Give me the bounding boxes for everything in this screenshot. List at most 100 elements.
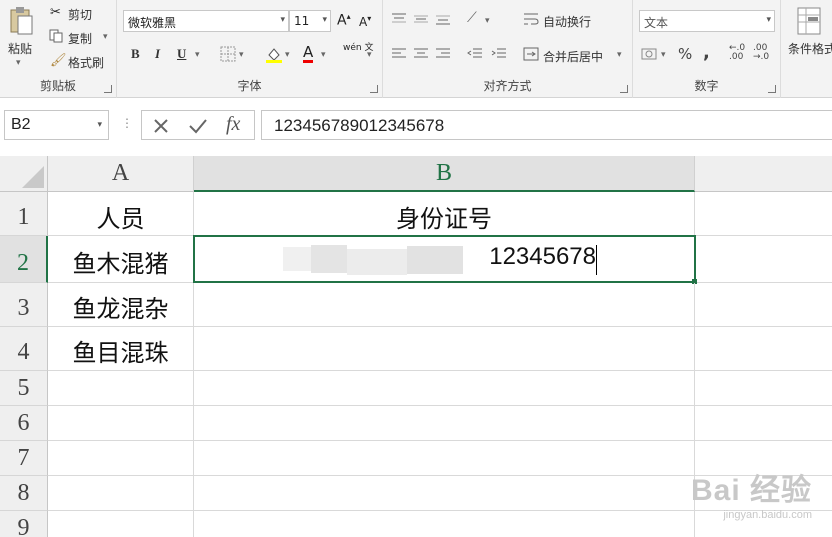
align-center-icon[interactable] <box>413 47 429 64</box>
cell-c5[interactable] <box>695 371 832 406</box>
alignment-group: ⟋ ▾ 自动换行 合并后居中 ▾ 对齐方式 <box>383 0 633 98</box>
align-bottom-icon[interactable] <box>435 12 451 29</box>
phonetic-dropdown-icon[interactable]: ▾ <box>367 50 372 60</box>
number-launcher-icon[interactable] <box>768 85 776 93</box>
merge-dropdown-icon[interactable]: ▾ <box>617 50 622 60</box>
align-middle-icon[interactable] <box>413 12 429 29</box>
cell-b9[interactable] <box>194 511 695 537</box>
conditional-format-icon[interactable] <box>796 6 822 39</box>
row-header-1[interactable]: 1 <box>0 192 48 236</box>
cell-b6[interactable] <box>194 406 695 441</box>
alignment-launcher-icon[interactable] <box>620 85 628 93</box>
align-left-icon[interactable] <box>391 47 407 64</box>
row-header-6[interactable]: 6 <box>0 406 48 441</box>
cell-b2[interactable]: 12345678 <box>193 235 696 283</box>
row-header-4[interactable]: 4 <box>0 327 48 371</box>
cell-c3[interactable] <box>695 283 832 327</box>
underline-button[interactable]: U <box>177 46 186 62</box>
conditional-format-button[interactable]: 条件格式 <box>788 40 832 57</box>
copy-icon[interactable] <box>49 29 63 46</box>
font-color-dropdown-icon[interactable]: ▾ <box>321 50 326 60</box>
paste-icon[interactable] <box>8 6 34 36</box>
name-box-value: B2 <box>11 116 31 133</box>
select-all-button[interactable] <box>0 156 48 192</box>
paste-dropdown-icon[interactable]: ▾ <box>16 58 21 68</box>
cut-button[interactable]: 剪切 <box>68 6 92 23</box>
name-box[interactable]: B2 ▾ <box>4 110 109 140</box>
cell-c1[interactable] <box>695 192 832 236</box>
cell-a3[interactable]: 鱼龙混杂 <box>48 283 194 327</box>
align-right-icon[interactable] <box>435 47 451 64</box>
increase-indent-icon[interactable] <box>491 47 507 64</box>
cancel-icon[interactable] <box>152 117 170 139</box>
column-header-b[interactable]: B <box>194 156 695 192</box>
cell-a8[interactable] <box>48 476 194 511</box>
cell-b1[interactable]: 身份证号 <box>194 192 695 236</box>
orientation-dropdown-icon[interactable]: ▾ <box>485 16 490 26</box>
decrease-indent-icon[interactable] <box>467 47 483 64</box>
merge-center-icon[interactable] <box>523 47 539 64</box>
font-size-select[interactable]: 11 ▾ <box>289 10 331 32</box>
cell-a6[interactable] <box>48 406 194 441</box>
row-header-8[interactable]: 8 <box>0 476 48 511</box>
bold-button[interactable]: B <box>131 46 140 62</box>
formula-input[interactable]: 123456789012345678 <box>261 110 832 140</box>
currency-icon[interactable] <box>641 46 659 65</box>
cell-c4[interactable] <box>695 327 832 371</box>
phonetic-button[interactable]: wén 文 <box>343 43 373 53</box>
percent-button[interactable]: % <box>678 45 692 63</box>
cell-a5[interactable] <box>48 371 194 406</box>
font-launcher-icon[interactable] <box>370 85 378 93</box>
currency-dropdown-icon[interactable]: ▾ <box>661 50 666 60</box>
row-header-2[interactable]: 2 <box>0 236 48 283</box>
copy-dropdown-icon[interactable]: ▾ <box>103 32 108 42</box>
cell-a9[interactable] <box>48 511 194 537</box>
cell-c6[interactable] <box>695 406 832 441</box>
cell-b8[interactable] <box>194 476 695 511</box>
row-header-7[interactable]: 7 <box>0 441 48 476</box>
number-format-select[interactable]: 文本 ▾ <box>639 10 775 32</box>
clipboard-launcher-icon[interactable] <box>104 85 112 93</box>
formula-bar-grip-icon[interactable]: ⋮ <box>121 116 133 130</box>
font-color-button[interactable]: A <box>303 44 314 63</box>
cell-b7[interactable] <box>194 441 695 476</box>
shrink-font-icon[interactable]: A▾ <box>359 14 371 29</box>
column-header-a[interactable]: A <box>48 156 194 192</box>
format-painter-icon[interactable]: 🖌 <box>50 53 67 68</box>
orientation-icon[interactable]: ⟋ <box>467 10 477 26</box>
number-group: 文本 ▾ ▾ % , ←.0.00 .00 →.0 数字 <box>633 0 781 98</box>
cell-c2[interactable] <box>695 236 832 283</box>
merge-center-button[interactable]: 合并后居中 <box>543 48 603 65</box>
increase-decimal-icon[interactable]: ←.0.00 <box>729 44 745 62</box>
underline-dropdown-icon[interactable]: ▾ <box>195 50 200 60</box>
cell-b3[interactable] <box>194 283 695 327</box>
copy-button[interactable]: 复制 <box>68 30 92 47</box>
cell-a7[interactable] <box>48 441 194 476</box>
grow-font-icon[interactable]: A▴ <box>337 12 351 29</box>
border-dropdown-icon[interactable]: ▾ <box>239 50 244 60</box>
cell-b5[interactable] <box>194 371 695 406</box>
wrap-text-icon[interactable] <box>523 12 539 29</box>
enter-icon[interactable] <box>188 117 208 139</box>
cell-a1[interactable]: 人员 <box>48 192 194 236</box>
fill-color-icon[interactable] <box>265 45 283 66</box>
font-name-select[interactable]: 微软雅黑 ▾ <box>123 10 289 32</box>
row-header-3[interactable]: 3 <box>0 283 48 327</box>
row-header-9[interactable]: 9 <box>0 511 48 537</box>
format-painter-button[interactable]: 格式刷 <box>68 54 104 71</box>
fill-color-dropdown-icon[interactable]: ▾ <box>285 50 290 60</box>
align-top-icon[interactable] <box>391 12 407 29</box>
paste-button[interactable]: 粘贴 <box>8 40 32 57</box>
cell-a2[interactable]: 鱼木混猪 <box>48 236 194 283</box>
scissors-icon[interactable]: ✂ <box>50 5 61 20</box>
decrease-decimal-icon[interactable]: .00 →.0 <box>753 44 769 62</box>
insert-function-button[interactable]: fx <box>226 113 240 136</box>
cell-a4[interactable]: 鱼目混珠 <box>48 327 194 371</box>
comma-button[interactable]: , <box>703 42 710 63</box>
italic-button[interactable]: I <box>155 46 160 62</box>
border-icon[interactable] <box>220 46 236 65</box>
row-header-5[interactable]: 5 <box>0 371 48 406</box>
cell-b4[interactable] <box>194 327 695 371</box>
wrap-text-button[interactable]: 自动换行 <box>543 13 591 30</box>
column-header-c[interactable] <box>695 156 832 192</box>
